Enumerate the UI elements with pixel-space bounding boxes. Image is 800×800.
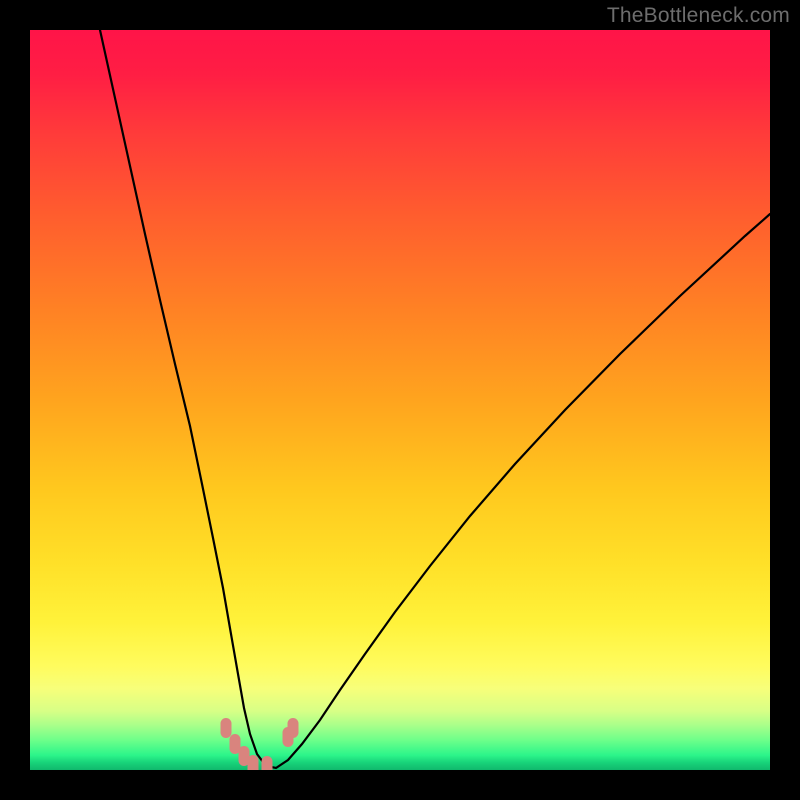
marker-bottom-2 [262,756,273,770]
marker-left-1 [221,718,232,738]
chart-frame: TheBottleneck.com [0,0,800,800]
marker-bottom-1 [248,755,259,770]
bottleneck-curve [100,30,770,768]
curve-markers [221,718,299,770]
marker-right-2 [288,718,299,738]
watermark-text: TheBottleneck.com [607,4,790,28]
plot-area [30,30,770,770]
chart-svg [30,30,770,770]
